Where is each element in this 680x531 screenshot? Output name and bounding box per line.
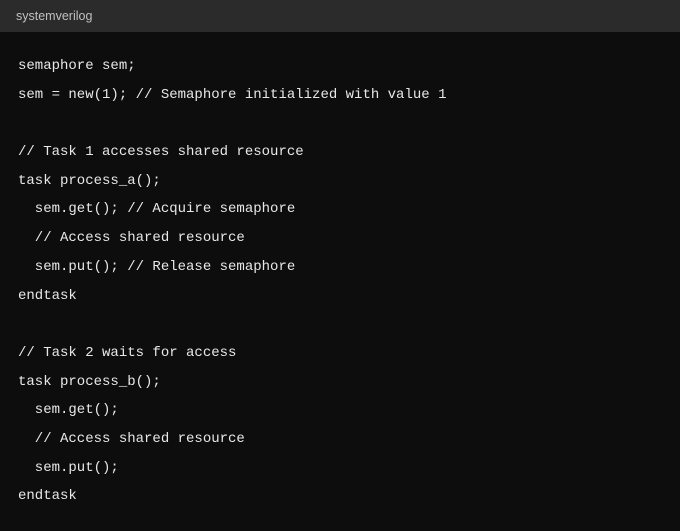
language-label: systemverilog [16, 9, 92, 23]
code-line: sem.get(); // Acquire semaphore [18, 201, 295, 217]
code-line: semaphore sem; [18, 58, 136, 74]
code-line: sem = new(1); // Semaphore initialized w… [18, 87, 446, 103]
code-block-header: systemverilog [0, 0, 680, 32]
code-line: task process_a(); [18, 173, 161, 189]
code-line: sem.put(); // Release semaphore [18, 259, 295, 275]
code-line: endtask [18, 488, 77, 504]
code-block-body: semaphore sem; sem = new(1); // Semaphor… [0, 32, 680, 531]
code-line: sem.put(); [18, 460, 119, 476]
code-line: endtask [18, 288, 77, 304]
code-line: // Task 1 accesses shared resource [18, 144, 304, 160]
code-line: // Access shared resource [18, 230, 245, 246]
code-line: // Task 2 waits for access [18, 345, 236, 361]
code-line: // Access shared resource [18, 431, 245, 447]
code-line: sem.get(); [18, 402, 119, 418]
code-line: task process_b(); [18, 374, 161, 390]
